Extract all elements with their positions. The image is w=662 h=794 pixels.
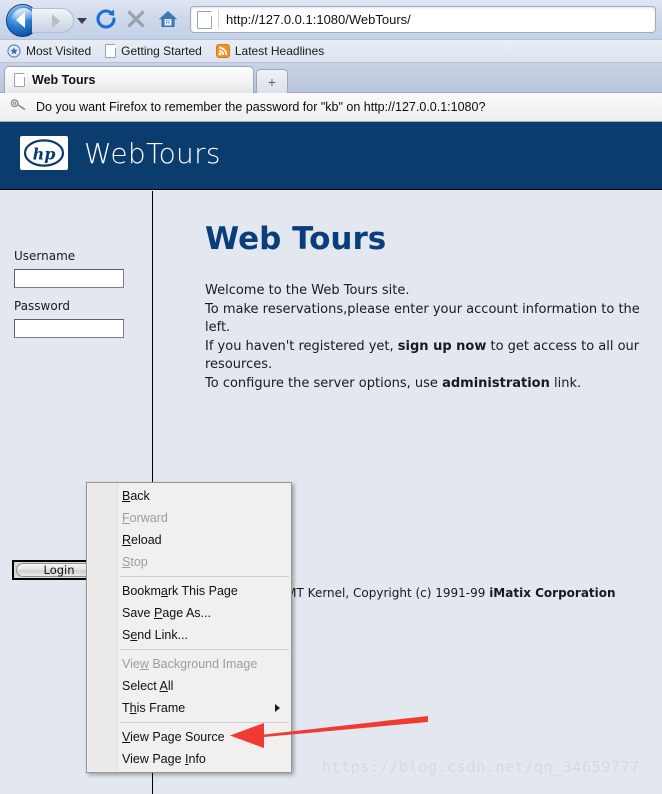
menu-item-bookmark-this-page[interactable]: Bookmark This Page [87,580,291,602]
menu-item-label-pre: Select [122,679,160,693]
menu-item-accel: h [129,701,137,715]
tab-web-tours[interactable]: Web Tours [4,66,254,93]
menu-item-label: is Frame [136,701,186,715]
svg-text:hp: hp [33,145,56,164]
footer-company: iMatix Corporation [489,586,616,600]
bookmark-label: Most Visited [26,44,92,58]
plus-icon: + [267,73,277,90]
hp-banner-title: WebTours [84,137,221,170]
home-button[interactable]: R [157,8,179,30]
welcome-line-4-pre: To configure the server options, use [205,375,443,391]
submenu-chevron-right-icon [275,704,280,712]
menu-item-send-link[interactable]: Send Link... [87,624,291,646]
rss-icon [215,44,230,58]
menu-item-back[interactable]: Back [87,485,291,507]
menu-item-accel: w [139,657,149,671]
menu-item-label-pre: View Page [122,752,186,766]
address-bar-text[interactable]: http://127.0.0.1:1080/WebTours/ [226,12,411,27]
nav-buttons-group [6,3,92,37]
page-title: Web Tours [205,221,387,257]
menu-item-stop: Stop [87,551,291,573]
context-menu-separator [120,576,289,577]
new-tab-button[interactable]: + [256,69,288,93]
menu-item-label-pre: T [122,701,130,715]
welcome-line-4-post: link. [549,375,582,391]
menu-item-label-pre: Bookm [122,584,161,598]
back-arrow-icon [16,12,25,28]
page-favicon-icon [197,10,212,29]
sign-up-now-link[interactable]: sign up now [398,339,487,354]
menu-item-label-pre: Vie [122,657,140,671]
bookmark-latest-headlines[interactable]: Latest Headlines [215,44,325,58]
password-input[interactable] [14,319,124,338]
menu-item-save-page-as[interactable]: Save Page As... [87,602,291,624]
welcome-line-2: To make reservations,please enter your a… [205,301,640,336]
menu-item-label: nd Link... [137,628,189,642]
login-button-label: Login [43,563,75,577]
menu-item-label: Background Image [148,657,258,671]
watermark-text: https://blog.csdn.net/qq_34659777 [322,758,640,776]
menu-item-label: eload [131,533,162,547]
document-icon [105,44,117,58]
menu-item-label-pre: Save [122,606,154,620]
annotation-arrow-icon [222,713,428,755]
reload-button[interactable] [95,8,117,30]
browser-window: R http://127.0.0.1:1080/WebTours/ Most V… [0,0,662,794]
menu-item-label: ack [130,489,150,503]
username-input[interactable] [14,269,124,288]
bookmark-getting-started[interactable]: Getting Started [105,44,202,58]
tab-label: Web Tours [32,73,96,87]
administration-link[interactable]: administration [442,376,550,391]
context-menu-separator [120,649,289,650]
bookmark-most-visited[interactable]: Most Visited [7,44,91,58]
bookmark-label: Latest Headlines [234,44,325,58]
menu-item-label: iew Page Source [130,730,225,744]
history-dropdown-icon[interactable] [77,18,87,24]
star-icon [7,44,21,58]
menu-item-label: top [130,555,148,569]
password-label: Password [14,299,71,313]
menu-item-label: orward [129,511,168,525]
bookmarks-toolbar: Most Visited Getting Started Latest Head… [0,40,662,63]
welcome-text: Welcome to the Web Tours site. To make r… [205,282,660,393]
username-label: Username [14,249,76,263]
navigation-toolbar: R http://127.0.0.1:1080/WebTours/ [0,0,662,40]
back-forward-group [6,3,92,37]
tab-favicon-icon [14,73,25,87]
welcome-line-3-pre: If you haven't registered yet, [205,338,398,354]
menu-item-accel: A [159,679,168,693]
menu-item-accel: F [122,511,130,525]
menu-item-label: nfo [188,752,206,766]
hp-logo-icon: hp [20,136,68,170]
menu-item-label: rk This Page [167,584,238,598]
menu-item-select-all[interactable]: Select All [87,675,291,697]
tab-strip: Web Tours + [0,63,662,93]
password-notification-bar: Do you want Firefox to remember the pass… [0,93,662,122]
menu-item-label: age As... [162,606,211,620]
hp-banner: hp WebTours [0,122,662,190]
svg-text:R: R [166,19,171,26]
forward-arrow-icon [52,14,60,28]
menu-item-accel: a [160,584,168,598]
menu-item-accel: R [122,533,132,547]
bookmark-label: Getting Started [121,44,202,58]
password-notification-text: Do you want Firefox to remember the pass… [36,100,486,114]
welcome-line-1: Welcome to the Web Tours site. [205,283,410,298]
key-icon [10,97,27,117]
address-bar[interactable]: http://127.0.0.1:1080/WebTours/ [190,6,656,33]
menu-item-accel: V [122,730,131,744]
address-bar-divider [218,10,219,29]
menu-item-forward: Forward [87,507,291,529]
stop-button[interactable] [126,9,146,29]
menu-item-view-background-image: View Background Image [87,653,291,675]
menu-item-reload[interactable]: Reload [87,529,291,551]
menu-item-label: ll [167,679,174,693]
